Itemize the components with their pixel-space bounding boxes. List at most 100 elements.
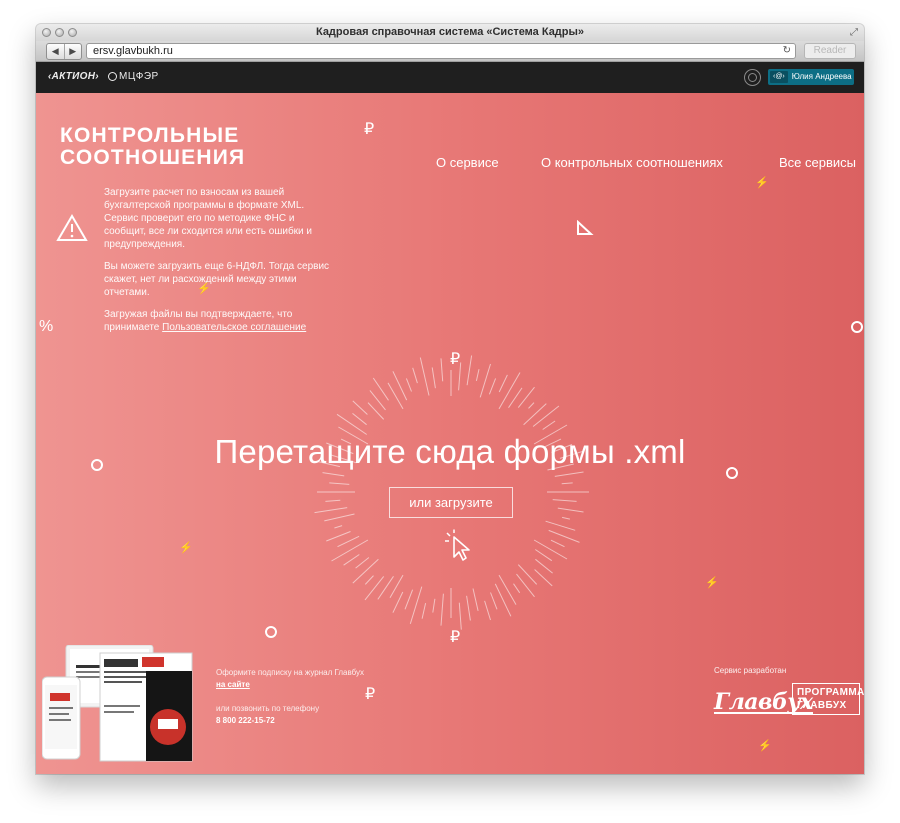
reload-icon[interactable]: ↻	[783, 44, 791, 58]
burst-ray	[466, 595, 471, 621]
burst-ray	[331, 539, 369, 562]
program-glavbuh-logo[interactable]: ПРОГРАММА ГЛАВБУХ	[792, 683, 864, 715]
burst-ray	[535, 558, 553, 574]
intro-paragraph-1: Загрузите расчет по взносам из вашей бух…	[104, 187, 312, 250]
fullscreen-icon[interactable]: ⤢	[850, 27, 858, 38]
developer-label: Сервис разработан	[714, 666, 787, 675]
burst-ray	[533, 539, 568, 560]
burst-ray	[364, 576, 385, 601]
burst-ray	[431, 367, 436, 389]
window-title: Кадровая справочная система «Система Кад…	[315, 26, 585, 38]
magazine-devices-image	[42, 645, 193, 762]
burst-ray	[488, 378, 497, 395]
burst-ray	[324, 513, 355, 522]
ring-icon	[851, 321, 863, 333]
upload-button[interactable]: или загрузите	[389, 487, 513, 518]
mcfer-logo[interactable]: МЦФЭР	[108, 71, 159, 82]
ring-icon	[726, 467, 738, 479]
nav-about-checks[interactable]: О контрольных соотношениях	[541, 155, 723, 170]
phone-prompt: или позвонить по телефону	[216, 704, 320, 713]
burst-ray	[440, 358, 444, 382]
burst-ray	[498, 372, 521, 410]
back-icon[interactable]: ◀	[47, 44, 64, 59]
intro-paragraph-2: Вы можете загрузить еще 6-НДФЛ. Тогда се…	[104, 261, 330, 298]
burst-ray	[343, 554, 360, 566]
program-logo-line-2: ГЛАВБУХ	[797, 700, 847, 711]
burst-ray	[498, 574, 517, 605]
burst-ray	[419, 357, 430, 396]
subscription-block: Оформите подписку на журнал Главбух на с…	[216, 667, 364, 727]
burst-ray	[466, 355, 473, 386]
brand-line-1: КОНТРОЛЬНЫЕ	[60, 124, 240, 147]
burst-ray	[352, 413, 367, 426]
user-settings-icon[interactable]	[744, 69, 761, 86]
title-bar: Кадровая справочная система «Система Кад…	[36, 24, 864, 41]
warning-icon	[56, 214, 88, 241]
ruble-icon: ₽	[364, 121, 375, 138]
burst-ray	[336, 413, 367, 435]
bolt-icon: ⚡	[755, 177, 769, 189]
burst-ray	[472, 588, 479, 612]
burst-ray	[545, 520, 576, 531]
program-logo-line-1: ПРОГРАММА	[797, 687, 864, 698]
burst-ray	[352, 400, 368, 415]
burst-ray	[479, 363, 491, 398]
nav-all-services[interactable]: Все сервисы	[779, 155, 856, 170]
phone-number[interactable]: 8 800 222-15-72	[216, 715, 364, 727]
burst-ray	[528, 402, 535, 409]
burst-ray	[532, 405, 560, 427]
user-badge-prefix: ‹@›	[770, 71, 788, 83]
subscribe-text: Оформите подписку на журнал Главбух	[216, 668, 365, 677]
burst-ray	[517, 564, 538, 585]
browser-window: Кадровая справочная система «Система Кад…	[36, 24, 864, 774]
intro-text: Загрузите расчет по взносам из вашей бух…	[104, 186, 334, 343]
address-bar[interactable]: ersv.glavbukh.ru ↻	[86, 43, 796, 59]
burst-ray	[352, 558, 379, 584]
url-text: ersv.glavbukh.ru	[93, 45, 173, 57]
ruble-icon: ₽	[365, 686, 376, 703]
burst-ray	[412, 367, 418, 384]
bolt-icon: ⚡	[758, 740, 772, 752]
burst-ray	[432, 598, 436, 613]
mcfer-label: МЦФЭР	[119, 71, 159, 82]
browser-toolbar: ◀ ▶ ersv.glavbukh.ru ↻ Reader	[36, 41, 864, 62]
burst-ray	[337, 535, 360, 548]
burst-ray	[404, 589, 414, 610]
burst-ray	[516, 573, 535, 598]
drop-zone-title: Перетащите сюда формы .xml	[214, 433, 686, 470]
burst-ray	[561, 482, 573, 485]
user-agreement-link[interactable]: Пользовательское соглашение	[162, 322, 306, 333]
aktion-logo[interactable]: ‹АКТИОН›	[48, 71, 99, 82]
burst-ray	[440, 593, 444, 626]
burst-ray	[314, 507, 348, 514]
burst-ray	[523, 403, 547, 426]
burst-ray	[550, 539, 565, 548]
subscribe-link[interactable]: на сайте	[216, 679, 364, 691]
burst-ray	[322, 472, 345, 477]
service-brand[interactable]: КОНТРОЛЬНЫЕ СООТНОШЕНИЯ	[60, 125, 245, 169]
bolt-icon: ⚡	[705, 577, 719, 589]
percent-icon: %	[39, 318, 54, 335]
burst-ray	[498, 374, 508, 393]
burst-ray	[535, 549, 553, 562]
ring-icon	[91, 459, 103, 471]
burst-ray	[458, 602, 462, 630]
mcfer-emblem-icon	[108, 72, 117, 81]
user-name: Юлия Андреева	[791, 72, 852, 81]
burst-ray	[325, 499, 341, 502]
nav-about-service[interactable]: О сервисе	[436, 155, 499, 170]
burst-ray	[552, 499, 577, 502]
burst-ray	[475, 369, 480, 382]
reader-button[interactable]: Reader	[804, 43, 856, 59]
burst-ray	[548, 529, 580, 543]
burst-ray	[557, 507, 584, 513]
burst-ray	[364, 575, 374, 585]
burst-ray	[329, 482, 350, 485]
bolt-icon: ⚡	[197, 283, 211, 295]
forward-icon[interactable]: ▶	[63, 44, 82, 59]
burst-ray	[494, 583, 512, 617]
user-badge[interactable]: ‹@› Юлия Андреева	[768, 69, 854, 85]
burst-ray	[554, 471, 584, 477]
burst-ray	[534, 569, 553, 587]
ruble-icon: ₽	[450, 351, 461, 368]
